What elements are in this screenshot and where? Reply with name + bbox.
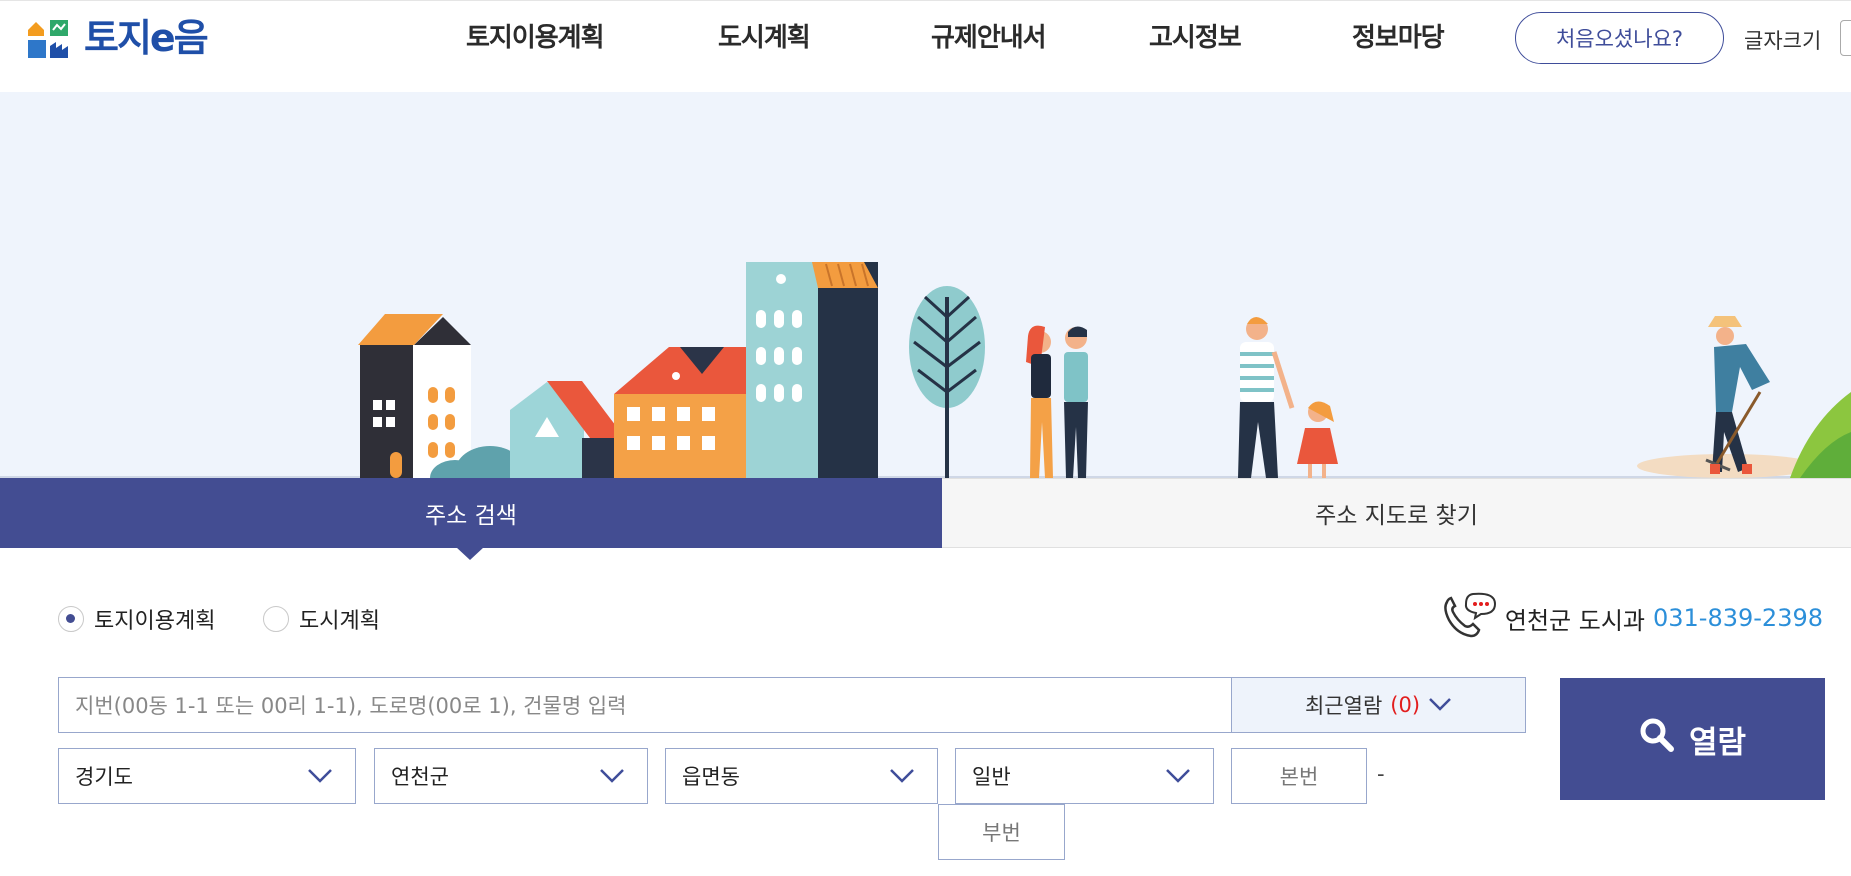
chevron-down-icon bbox=[1165, 766, 1191, 790]
first-visit-button[interactable]: 처음오셨나요? bbox=[1515, 12, 1724, 64]
radio-label: 토지이용계획 bbox=[94, 609, 216, 634]
town-value: 읍면동 bbox=[682, 765, 740, 789]
province-value: 경기도 bbox=[75, 765, 133, 789]
logo-icon bbox=[26, 16, 70, 60]
nav-notice-info[interactable]: 고시정보 bbox=[1149, 17, 1242, 57]
recent-views-button[interactable]: 최근열람 (0) bbox=[1231, 677, 1526, 733]
view-button-label: 열람 bbox=[1688, 724, 1747, 761]
sub-number-input[interactable]: 부번 bbox=[938, 804, 1065, 860]
land-type-select[interactable]: 일반 bbox=[955, 748, 1214, 804]
county-select[interactable]: 연천군 bbox=[374, 748, 648, 804]
contact-department: 연천군 도시과 bbox=[1504, 606, 1645, 635]
province-select[interactable]: 경기도 bbox=[58, 748, 356, 804]
view-button[interactable]: 열람 bbox=[1560, 678, 1825, 800]
town-select[interactable]: 읍면동 bbox=[665, 748, 938, 804]
contact-info: 연천군 도시과 031-839-2398 bbox=[1439, 590, 1823, 646]
hero-illustration bbox=[0, 262, 1851, 478]
nav-regulation-guide[interactable]: 규제안내서 bbox=[931, 17, 1047, 57]
chevron-down-icon bbox=[599, 766, 625, 790]
main-number-input[interactable]: 본번 bbox=[1231, 748, 1367, 804]
chevron-down-icon bbox=[889, 766, 915, 790]
search-icon bbox=[1639, 717, 1675, 761]
chevron-down-icon bbox=[1428, 693, 1452, 717]
land-type-value: 일반 bbox=[972, 765, 1011, 789]
logo-text: 토지e음 bbox=[84, 16, 209, 60]
nav-land-use-plan[interactable]: 토지이용계획 bbox=[466, 17, 605, 57]
tab-map-search[interactable]: 주소 지도로 찾기 bbox=[942, 478, 1851, 548]
radio-urban-plan[interactable]: 도시계획 bbox=[263, 603, 380, 635]
site-header: 토지e음 토지이용계획 도시계획 규제안내서 고시정보 정보마당 처음오셨나요?… bbox=[0, 0, 1851, 92]
logo[interactable]: 토지e음 bbox=[26, 15, 209, 61]
county-value: 연천군 bbox=[391, 765, 449, 789]
active-tab-pointer bbox=[456, 547, 484, 560]
contact-phone[interactable]: 031-839-2398 bbox=[1653, 604, 1823, 632]
address-search-input[interactable]: 지번(00동 1-1 또는 00리 1-1), 도로명(00로 1), 건물명 … bbox=[58, 677, 1232, 733]
font-size-control[interactable] bbox=[1840, 20, 1851, 56]
nav-urban-plan[interactable]: 도시계획 bbox=[718, 17, 811, 57]
recent-views-count: (0) bbox=[1390, 693, 1421, 717]
number-separator: - bbox=[1377, 762, 1385, 786]
hero-banner bbox=[0, 92, 1851, 478]
radio-button[interactable] bbox=[263, 606, 289, 632]
font-size-label: 글자크기 bbox=[1744, 29, 1822, 53]
nav-info-plaza[interactable]: 정보마당 bbox=[1352, 17, 1445, 57]
chevron-down-icon bbox=[307, 766, 333, 790]
radio-label: 도시계획 bbox=[299, 609, 380, 634]
search-input-placeholder: 지번(00동 1-1 또는 00리 1-1), 도로명(00로 1), 건물명 … bbox=[75, 694, 627, 718]
phone-chat-icon bbox=[1439, 590, 1497, 646]
radio-land-use-plan[interactable]: 토지이용계획 bbox=[58, 603, 215, 635]
radio-button-selected[interactable] bbox=[58, 606, 84, 632]
tab-address-search[interactable]: 주소 검색 bbox=[0, 478, 942, 548]
recent-views-label: 최근열람 bbox=[1304, 694, 1383, 718]
